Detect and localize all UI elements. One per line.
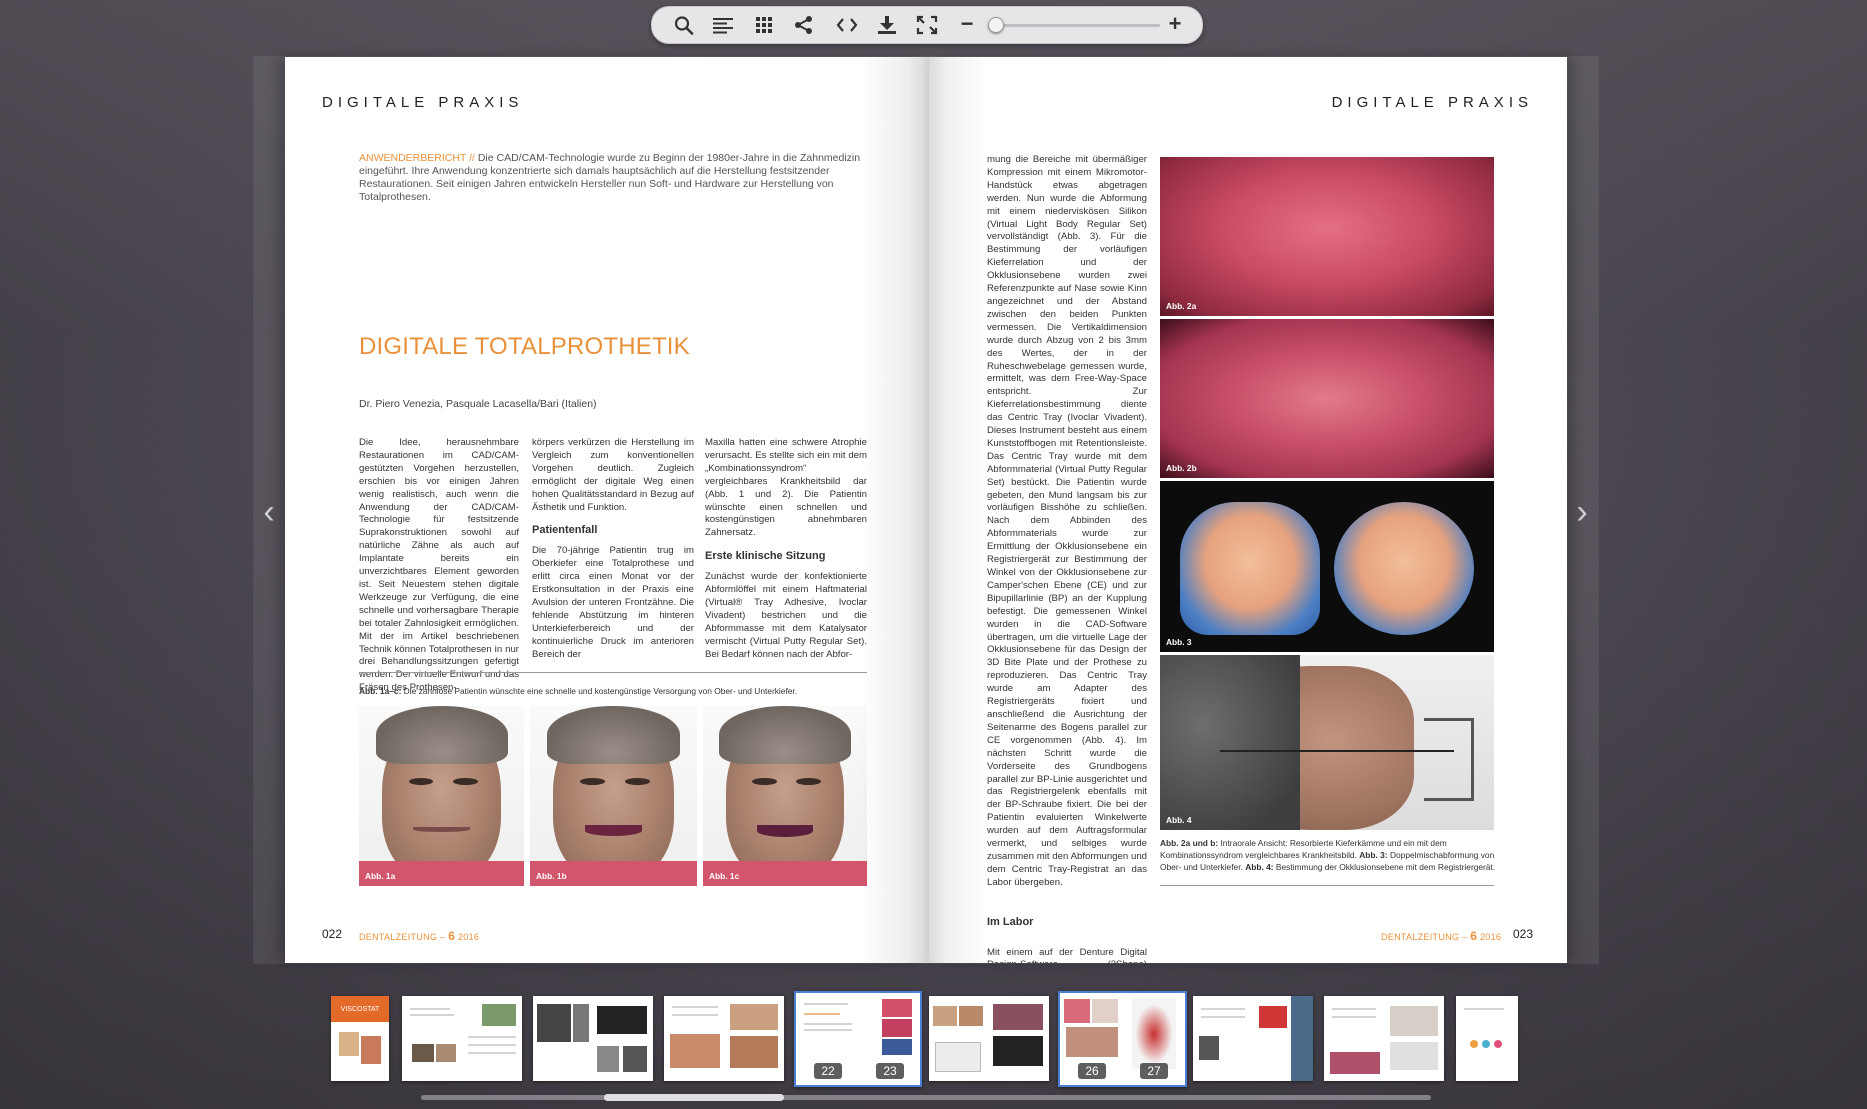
thumbnail-spread[interactable] [533, 996, 653, 1081]
thumbnail-page-number: 26 [1078, 1063, 1106, 1079]
article-title: DIGITALE TOTALPROTHETIK [359, 333, 690, 360]
photo-intraoral-2a: Abb. 2a [1160, 157, 1494, 316]
photo-impression-3: Abb. 3 [1160, 481, 1494, 652]
photo-registration-4: Abb. 4 [1160, 655, 1494, 830]
page-number: 022 [322, 927, 343, 941]
magazine-footer: DENTALZEITUNG – 6 2016 [1381, 929, 1502, 943]
zoom-out-button[interactable]: − [956, 11, 978, 37]
paragraph: körpers verkürzen die Herstellung im Ver… [532, 437, 694, 513]
thumbnail-page-number: 27 [1140, 1063, 1168, 1079]
thumbnail-scrollbar-handle[interactable] [604, 1094, 784, 1101]
photo-label: Abb. 1c [709, 871, 740, 881]
page-left[interactable]: DIGITALE PRAXIS ANWENDERBERICHT // Die C… [285, 57, 929, 963]
magazine-footer: DENTALZEITUNG – 6 2016 [359, 929, 480, 943]
divider [359, 672, 867, 673]
thumbnail-spread[interactable]: 26 27 [1058, 991, 1187, 1087]
photo-label: Abb. 1b [536, 871, 567, 881]
thumbnail-current-spread[interactable]: 22 23 [794, 991, 922, 1087]
thumbnail-spread[interactable] [664, 996, 784, 1081]
thumbnail-scrollbar[interactable] [421, 1095, 1431, 1100]
page-gutter [929, 57, 989, 963]
search-icon[interactable] [673, 15, 695, 35]
thumbnail-spread[interactable] [1324, 996, 1444, 1081]
authors: Dr. Piero Venezia, Pasquale Lacasella/Ba… [359, 398, 597, 410]
fullscreen-icon[interactable] [916, 15, 938, 35]
thumbnail-cover-title: VISCOSTAT [340, 1006, 380, 1013]
intro-text: ANWENDERBERICHT // Die CAD/CAM-Technolog… [359, 152, 867, 204]
paragraph: Zunächst wurde der konfektionierte Abfor… [705, 571, 867, 660]
grid-icon[interactable] [753, 15, 775, 35]
paragraph: Maxilla hatten eine schwere Atrophie ver… [705, 437, 867, 539]
zoom-slider-track[interactable] [995, 24, 1160, 27]
photo-face-1a: Abb. 1a [359, 706, 524, 886]
share-icon[interactable] [793, 15, 815, 35]
text-column-3: Maxilla hatten eine schwere Atrophie ver… [705, 437, 867, 662]
section-heading: Im Labor [987, 915, 1034, 928]
paragraph: Die 70-jährige Patientin trug im Oberkie… [532, 545, 694, 660]
intro-tag: ANWENDERBERICHT // [359, 152, 475, 164]
text-column-2: körpers verkürzen die Herstellung im Ver… [532, 437, 694, 662]
embed-icon[interactable] [836, 15, 858, 35]
thumbnail-page-number: 22 [814, 1063, 842, 1079]
running-head: DIGITALE PRAXIS [322, 94, 524, 111]
divider [1160, 885, 1494, 886]
thumbnail-cover[interactable]: VISCOSTAT [331, 996, 389, 1081]
thumbnail-spread[interactable] [402, 996, 522, 1081]
photo-intraoral-2b: Abb. 2b [1160, 319, 1494, 478]
figure-caption: Abb. 1a–c: Die zahnlose Patientin wünsch… [359, 686, 798, 696]
photo-label: Abb. 4 [1166, 815, 1192, 825]
section-heading: Patientenfall [532, 524, 598, 537]
zoom-slider-handle[interactable] [988, 17, 1004, 33]
text-column-right: mung die Bereiche mit übermäßiger Kompre… [987, 154, 1147, 963]
photo-label: Abb. 2b [1166, 463, 1197, 473]
page-gutter [859, 57, 929, 963]
photo-face-1b: Abb. 1b [530, 706, 697, 886]
running-head: DIGITALE PRAXIS [1331, 94, 1533, 111]
photo-label: Abb. 3 [1166, 637, 1192, 647]
figure-caption: Abb. 2a und b: Intraorale Ansicht: Resor… [1160, 838, 1496, 872]
thumbnail-spread[interactable] [1193, 996, 1313, 1081]
section-heading: Erste klinische Sitzung [705, 550, 826, 563]
photo-face-1c: Abb. 1c [703, 706, 867, 886]
paragraph: Die Idee, herausnehmbare Restaurationen … [359, 437, 519, 694]
thumbnail-page-number: 23 [876, 1063, 904, 1079]
table-of-contents-icon[interactable] [712, 15, 734, 35]
photo-label: Abb. 2a [1166, 301, 1197, 311]
page-right[interactable]: DIGITALE PRAXIS mung die Bereiche mit üb… [929, 57, 1567, 963]
page-number: 023 [1512, 927, 1533, 941]
thumbnail-page[interactable] [1456, 996, 1518, 1081]
download-icon[interactable] [876, 15, 898, 35]
zoom-in-button[interactable]: + [1164, 11, 1186, 37]
toolbar: − + [651, 6, 1203, 44]
text-column-1: Die Idee, herausnehmbare Restaurationen … [359, 437, 519, 695]
photo-label: Abb. 1a [365, 871, 396, 881]
thumbnail-spread[interactable] [929, 996, 1049, 1081]
paragraph: mung die Bereiche mit übermäßiger Kompre… [987, 154, 1147, 888]
paragraph: Mit einem auf der Denture Digital Design… [987, 946, 1147, 963]
